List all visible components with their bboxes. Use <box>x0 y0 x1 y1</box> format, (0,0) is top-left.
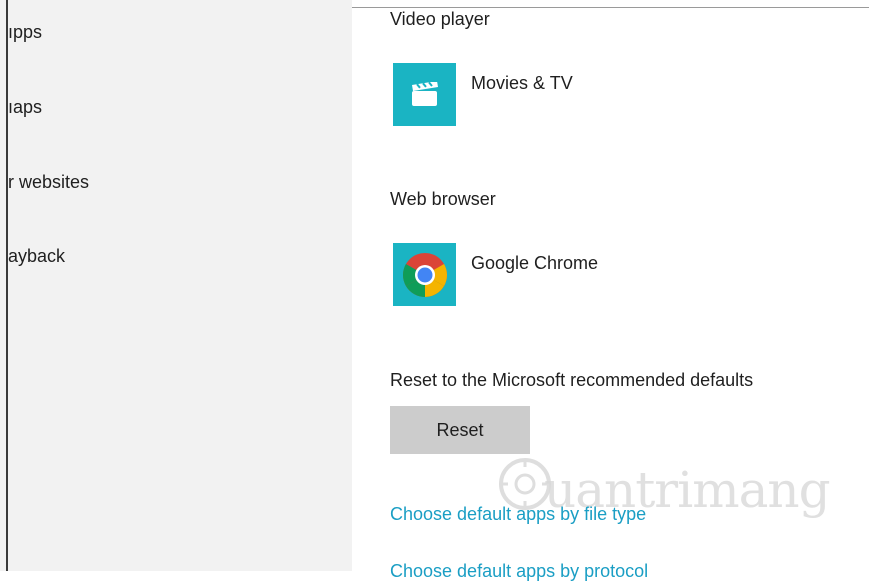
sidebar <box>0 0 352 571</box>
choose-apps-by-protocol-link[interactable]: Choose default apps by protocol <box>390 561 648 582</box>
movies-tv-icon <box>393 63 456 126</box>
video-player-app-name: Movies & TV <box>471 73 573 93</box>
sidebar-edge-divider <box>6 0 8 571</box>
web-browser-app-button[interactable]: Google Chrome <box>393 243 653 306</box>
choose-apps-by-file-type-link[interactable]: Choose default apps by file type <box>390 504 646 525</box>
sidebar-item-apps-for-websites[interactable]: r websites <box>8 172 89 193</box>
chrome-icon <box>393 243 456 306</box>
sidebar-item-video-playback[interactable]: ayback <box>8 246 65 267</box>
web-browser-app-name: Google Chrome <box>471 253 599 273</box>
sidebar-item-offline-maps[interactable]: ıaps <box>8 97 42 118</box>
web-browser-label: Web browser <box>390 189 496 209</box>
reset-label: Reset to the Microsoft recommended defau… <box>390 370 754 390</box>
video-player-app-button[interactable]: Movies & TV <box>393 63 653 126</box>
reset-button[interactable]: Reset <box>390 406 530 454</box>
top-divider <box>352 7 869 8</box>
sidebar-item-default-apps[interactable]: ıpps <box>8 22 42 43</box>
video-player-label: Video player <box>390 9 490 29</box>
